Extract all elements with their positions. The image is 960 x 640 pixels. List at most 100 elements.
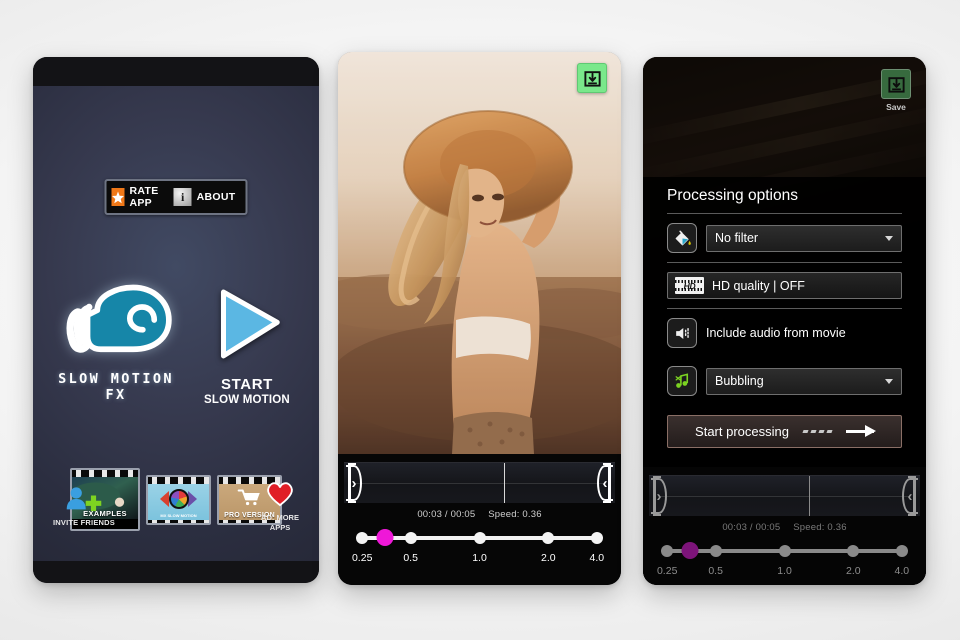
rate-app-button[interactable]: RATE APP — [111, 185, 164, 209]
speed-scale-labels: 0.25 0.5 1.0 2.0 4.0 — [352, 552, 607, 566]
chevron-down-icon — [885, 235, 893, 241]
status-bar — [33, 57, 319, 86]
trim-handle-left[interactable]: › — [344, 463, 364, 503]
add-person-icon — [66, 487, 102, 512]
speed-stop-2[interactable] — [473, 532, 486, 544]
video-timeline[interactable]: › ‹ — [344, 462, 615, 503]
ad-more-apps-label-2: APPS — [269, 523, 291, 533]
snail-icon — [66, 284, 172, 353]
arrow-right-icon — [845, 425, 876, 437]
timeline-track — [659, 496, 910, 497]
speed-stop-0[interactable] — [356, 532, 369, 544]
more-apps-ad-button[interactable]: AD: MORE APPS — [249, 481, 311, 533]
video-timeline[interactable]: › ‹ — [649, 475, 920, 516]
logo-and-start-row: SLOW MOTION FX START SLOW MOTION — [33, 278, 319, 406]
speed-stop-2[interactable] — [778, 545, 791, 557]
time-readout-row: 00:03 / 00:05 Speed: 0.36 — [338, 509, 621, 520]
more-apps-thumbnail-image: MX SLOW MOTION — [148, 483, 209, 520]
speed-slider[interactable] — [352, 529, 607, 546]
heart-icon — [267, 482, 293, 507]
phone-editor-screen: › ‹ 00:03 / 00:05 Speed: 0.36 0.25 0.5 1… — [338, 52, 621, 585]
time-readout-row: 00:03 / 00:05 Speed: 0.36 — [643, 522, 926, 533]
editor-controls: › ‹ 00:03 / 00:05 Speed: 0.36 0.25 0.5 1… — [338, 454, 621, 585]
speed-slider-thumb[interactable] — [376, 529, 394, 546]
speed-stop-4[interactable] — [895, 545, 908, 557]
sound-effect-row: Bubbling — [667, 357, 902, 405]
start-processing-label: Start processing — [695, 424, 789, 439]
speed-stop-1[interactable] — [709, 545, 722, 557]
speed-label-0: 0.25 — [351, 552, 373, 564]
sound-effect-value: Bubbling — [715, 374, 764, 388]
hd-film-icon: HD — [675, 277, 704, 294]
hd-quality-label: HD quality | OFF — [712, 278, 805, 293]
about-label: ABOUT — [196, 191, 236, 203]
speed-stop-3[interactable] — [542, 532, 555, 544]
filter-select[interactable]: No filter — [706, 224, 902, 252]
save-button[interactable] — [577, 63, 607, 93]
editor-controls-dimmed: › ‹ 00:03 / 00:05 Speed: 0.36 0.25 0.5 1… — [643, 467, 926, 585]
speed-label-2: 1.0 — [777, 565, 792, 577]
filter-row: No filter — [667, 214, 902, 262]
speed-label-3: 2.0 — [541, 552, 556, 564]
speed-label-4: 4.0 — [589, 552, 605, 564]
app-logo-title: SLOW MOTION FX — [58, 371, 174, 403]
more-apps-thumbnail[interactable]: MX SLOW MOTION — [146, 474, 211, 525]
rate-app-label: RATE APP — [129, 185, 159, 209]
sound-effect-select[interactable]: Bubbling — [706, 367, 902, 395]
start-processing-button[interactable]: Start processing — [667, 415, 902, 448]
save-download-icon — [887, 76, 905, 93]
speed-label-1: 0.5 — [708, 565, 723, 577]
star-icon — [111, 188, 125, 206]
speed-slider[interactable] — [657, 542, 912, 559]
trim-handle-left[interactable]: › — [649, 476, 669, 516]
speed-stop-0[interactable] — [661, 545, 674, 557]
ad-more-apps-label-1: AD: MORE — [261, 512, 299, 522]
paint-bucket-icon[interactable] — [667, 223, 697, 253]
timeline-playhead[interactable] — [808, 476, 810, 516]
nav-bar — [33, 561, 319, 583]
speed-stop-4[interactable] — [590, 532, 603, 544]
speed-readout: Speed: 0.36 — [488, 509, 542, 520]
timeline-playhead[interactable] — [503, 463, 505, 503]
time-current: 00:03 / 00:05 — [722, 522, 781, 533]
save-label: Save — [886, 102, 906, 112]
chevron-right-icon: › — [351, 474, 357, 492]
motion-dashes-icon — [802, 430, 833, 433]
invite-friends-button[interactable]: INVITE FRIENDS — [45, 486, 123, 527]
home-screen-body: RATE APP i ABOUT SLOW MOTION FX START SL… — [33, 86, 319, 561]
chevron-right-icon: › — [656, 487, 662, 505]
hd-quality-row: HD HD quality | OFF — [667, 263, 902, 308]
include-audio-row[interactable]: Include audio from movie — [667, 309, 902, 357]
chevron-down-icon — [885, 378, 893, 384]
info-icon: i — [173, 188, 192, 206]
film-perforation-top — [72, 470, 138, 477]
about-button[interactable]: i ABOUT — [173, 188, 236, 206]
start-slow-motion-button[interactable]: START SLOW MOTION — [188, 278, 306, 406]
film-perforation-bottom — [148, 519, 209, 523]
start-label-secondary: SLOW MOTION — [204, 394, 290, 406]
panel-title: Processing options — [667, 187, 798, 204]
speed-scale-labels: 0.25 0.5 1.0 2.0 4.0 — [657, 565, 912, 579]
trim-handle-right[interactable]: ‹ — [900, 476, 920, 516]
rate-about-bar: RATE APP i ABOUT — [104, 179, 248, 215]
speaker-icon[interactable] — [667, 318, 697, 348]
start-label-primary: START — [221, 376, 273, 393]
save-button[interactable]: Save — [880, 69, 912, 112]
video-preview[interactable] — [338, 52, 621, 454]
app-logo: SLOW MOTION FX — [46, 278, 186, 403]
invite-friends-label: INVITE FRIENDS — [53, 518, 115, 527]
speed-slider-thumb[interactable] — [681, 542, 699, 559]
include-audio-label: Include audio from movie — [706, 326, 846, 340]
phone-home-screen: RATE APP i ABOUT SLOW MOTION FX START SL… — [33, 57, 319, 583]
speed-label-3: 2.0 — [846, 565, 861, 577]
chevron-left-icon: ‹ — [907, 487, 913, 505]
speed-stop-3[interactable] — [847, 545, 860, 557]
phone-processing-options-screen: Save Processing options No filter HD HD … — [643, 57, 926, 585]
hd-quality-button[interactable]: HD HD quality | OFF — [667, 272, 902, 299]
music-note-icon[interactable] — [667, 366, 697, 396]
speed-readout: Speed: 0.36 — [793, 522, 847, 533]
filter-value: No filter — [715, 231, 759, 245]
trim-handle-right[interactable]: ‹ — [595, 463, 615, 503]
more-apps-caption: MX SLOW MOTION — [160, 512, 197, 518]
speed-stop-1[interactable] — [404, 532, 417, 544]
